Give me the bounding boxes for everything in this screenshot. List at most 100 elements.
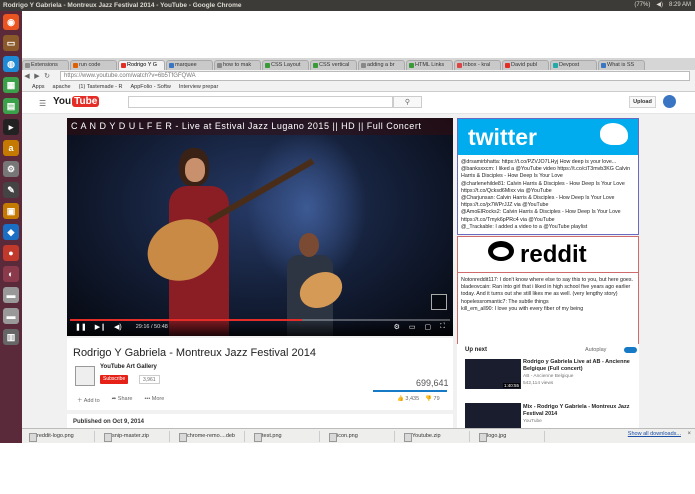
tab-12[interactable]: What is SS [598,60,645,70]
unity-launcher: ◉ ▭ ◍ ▦ ▤ ▸ a ⚙ ✎ ▣ ◆ ● ◐ ▬ ▬ ▥ [0,11,22,443]
next-icon[interactable]: ▶❙ [95,323,106,331]
pause-icon[interactable]: ❚❚ [75,323,87,331]
channel-name[interactable]: YouTube Art Gallery [100,364,157,370]
dislike-count: 79 [433,396,440,402]
bookmarks-bar: Apps apache (1) Tastemade - R AppFolio - So… [22,82,695,92]
app-icon-2[interactable]: ◐ [3,266,19,282]
tab-label: Inbox - kral [463,62,491,68]
feed-item[interactable]: @charlenehilde81: Calvin Harris & Discip… [461,181,637,195]
more-button[interactable]: ••• More [144,396,164,404]
download-item[interactable]: icon.png [326,430,395,442]
video-thumbnail[interactable]: 1:40:55 [465,359,521,389]
tab-10[interactable]: David publ [502,60,549,70]
settings-gear-icon[interactable]: ⚙ [394,323,400,331]
feed-item[interactable]: Notonreddit117: I don't know where else … [461,277,637,284]
cast-icon[interactable]: ▢ [424,323,431,331]
like-count: 3,435 [405,396,420,402]
feed-item[interactable]: kill_em_all90: I love you with every fib… [461,306,637,313]
upload-button[interactable]: Upload [629,96,656,108]
show-all-downloads-link[interactable]: Show all downloads... [628,431,681,437]
search-button[interactable]: ⚲ [393,96,422,108]
tab-0[interactable]: Extensions [22,60,69,70]
mix-link-title[interactable]: Mix - Rodrigo Y Gabriela - Montreux Jazz… [523,404,635,417]
feed-item[interactable]: bladeovcain: Ran into girl that i liked … [461,284,637,298]
spreadsheet-icon[interactable]: ▦ [3,77,19,93]
drive-icon[interactable]: ▬ [3,287,19,303]
forward-icon[interactable]: ▶ [32,72,42,80]
reddit-alien-icon [488,241,514,261]
download-item[interactable]: snip-master.zip [101,430,170,442]
tab-3[interactable]: marquee [166,60,213,70]
clock[interactable]: 8:29 AM [669,0,691,11]
url-field[interactable]: https://www.youtube.com/watch?v=6b5TfGFQ… [60,71,690,81]
download-item[interactable]: logo.jpg [476,430,545,442]
bookmark-item[interactable]: apache [53,84,71,90]
volume-icon[interactable]: ◀) [114,323,122,331]
tab-4[interactable]: how to mak [214,60,261,70]
add-to-button[interactable]: ＋ Add to [77,396,100,404]
bookmark-item[interactable]: (1) Tastemade - R [79,84,123,90]
tab-1[interactable]: run code [70,60,117,70]
chrome-icon[interactable]: ◍ [3,56,19,72]
feed-item[interactable]: @AmoElRocks2: Calvin Harris & Disciples … [461,209,637,223]
share-button[interactable]: ➦ Share [112,396,133,404]
autoplay-toggle[interactable] [624,347,637,353]
tab-label: Extensions [31,62,58,68]
account-avatar[interactable] [663,95,676,108]
menu-icon[interactable]: ☰ [39,99,46,108]
feed-item[interactable]: @Charjunsan: Calvin Harris & Disciples -… [461,195,637,209]
document-icon[interactable]: ▤ [3,98,19,114]
download-item[interactable]: Youtube.zip [401,430,470,442]
archive-icon[interactable]: ▣ [3,203,19,219]
bookmark-item[interactable]: AppFolio - Softw [131,84,171,90]
search-input[interactable] [128,96,393,108]
channel-avatar[interactable] [75,366,95,386]
feed-item[interactable]: @drsamirbhatta: https://t.co/PZVJO7LHyj … [461,159,637,166]
tab-7[interactable]: adding a br [358,60,405,70]
video-player[interactable]: C A N D Y D U L F E R - Live at Estival … [67,118,453,336]
progress-bar[interactable] [70,319,450,321]
bookmark-item[interactable]: Interview prepar [179,84,218,90]
dislike-button[interactable]: 👎 79 [425,396,440,402]
tab-6[interactable]: CSS vertical [310,60,357,70]
channel-watermark-icon[interactable] [431,294,447,310]
tab-11[interactable]: Devpost [550,60,597,70]
download-item[interactable]: reddit-logo.png [26,430,95,442]
tab-5[interactable]: CSS Layout [262,60,309,70]
subscribe-button[interactable]: Subscribe [100,375,129,384]
ubuntu-dash-icon[interactable]: ◉ [3,14,19,30]
drive-icon-2[interactable]: ▬ [3,308,19,324]
youtube-logo[interactable]: You Tube [53,96,100,107]
more-label: More [151,396,165,402]
tab-2[interactable]: Rodrigo Y G [118,60,165,70]
feed-item[interactable]: @banksxxcm: I liked a @YouTube video htt… [461,166,637,180]
app-icon[interactable]: ● [3,245,19,261]
download-item[interactable]: test.png [251,430,320,442]
tab-favicon-icon [601,63,606,68]
tab-9[interactable]: Inbox - kral [454,60,501,70]
tab-8[interactable]: HTML Links [406,60,453,70]
vscode-icon[interactable]: ◆ [3,224,19,240]
settings-icon[interactable]: ⚙ [3,161,19,177]
reddit-feed: Notonreddit117: I don't know where else … [461,277,637,313]
video-link-title[interactable]: Rodrigo y Gabriela Live at AB - Ancienne… [523,359,635,372]
feed-item[interactable]: hopelessromantic7: The subtle things [461,299,637,306]
feed-item[interactable]: @_Trackable: I added a video to a @YouTu… [461,224,637,231]
like-button[interactable]: 👍 3,435 [397,396,419,402]
text-editor-icon[interactable]: ✎ [3,182,19,198]
battery-status[interactable]: (77%) [634,0,650,11]
theater-mode-icon[interactable]: ▭ [409,323,416,331]
window-title: Rodrigo Y Gabriela - Montreux Jazz Festi… [3,2,242,9]
fullscreen-icon[interactable]: ⛶ [440,323,445,331]
trash-icon[interactable]: ▥ [3,329,19,345]
amazon-icon[interactable]: a [3,140,19,156]
bookmark-item[interactable]: Apps [32,84,45,90]
volume-icon[interactable]: ◀) [656,0,663,11]
close-icon[interactable]: × [687,431,691,437]
reload-icon[interactable]: ↻ [42,72,52,80]
terminal-icon[interactable]: ▸ [3,119,19,135]
back-icon[interactable]: ◀ [22,72,32,80]
video-overlay-title[interactable]: C A N D Y D U L F E R - Live at Estival … [67,118,453,135]
download-item[interactable]: chrome-remo....deb [176,430,245,442]
files-icon[interactable]: ▭ [3,35,19,51]
